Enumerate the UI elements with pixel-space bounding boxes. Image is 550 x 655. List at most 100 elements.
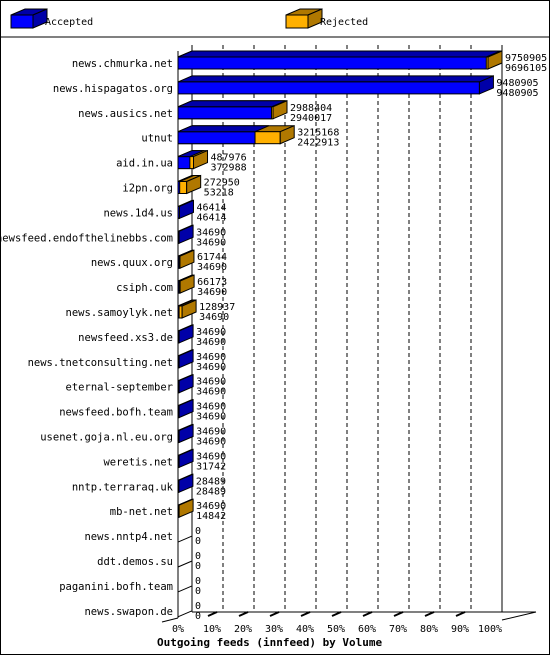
- x-tick: [269, 611, 280, 617]
- bar-accepted-side: [178, 224, 194, 245]
- value-accepted: 34690: [196, 237, 226, 248]
- value-accepted: 0: [195, 611, 201, 622]
- value-accepted: 0: [195, 536, 201, 547]
- chart-title: Outgoing feeds (innfeed) by Volume: [157, 636, 383, 649]
- category-label: weretis.net: [103, 456, 173, 468]
- value-accepted: 0: [195, 561, 201, 572]
- value-accepted: 34690: [197, 287, 227, 298]
- value-accepted: 14842: [196, 511, 226, 522]
- legend-accepted-label: Accepted: [45, 17, 93, 28]
- bar-accepted-side: [178, 473, 194, 494]
- value-accepted: 28489: [196, 486, 226, 497]
- x-tick-label: 30%: [265, 624, 283, 635]
- bar-accepted-side: [178, 423, 194, 444]
- chart-svg: Accepted Rejected 0% 10% 20% 30% 40% 50% 60% 70% 8…: [1, 8, 549, 649]
- category-label: utnut: [141, 133, 173, 145]
- value-accepted: 53218: [204, 188, 234, 199]
- value-accepted: 9480905: [496, 88, 538, 99]
- bar-rejected-side: [181, 299, 197, 319]
- bar-accepted-front: [177, 81, 480, 95]
- value-accepted: 34690: [196, 362, 226, 373]
- x-tick: [455, 611, 466, 617]
- bar-accepted-top: [177, 125, 270, 133]
- floor-right-edge: [501, 611, 537, 621]
- category-label: news.chmurka.net: [72, 58, 173, 70]
- bar-accepted-side: [178, 349, 194, 369]
- category-label: news.hispagatos.org: [53, 83, 173, 95]
- x-tick: [424, 611, 435, 617]
- value-accepted: 34690: [196, 412, 226, 423]
- bar-accepted: [177, 156, 191, 170]
- legend-accepted-swatch-front: [10, 14, 34, 29]
- bar-accepted: [177, 280, 180, 294]
- x-tick-label: 20%: [234, 624, 252, 635]
- value-accepted: 34690: [197, 262, 227, 273]
- bar-accepted-top: [177, 50, 501, 58]
- empty-bar: [177, 560, 193, 568]
- x-tick-label: 40%: [296, 624, 314, 635]
- value-accepted: 2940017: [290, 113, 332, 124]
- category-label: ddt.demos.su: [97, 556, 173, 568]
- category-label: mb-net.net: [110, 506, 173, 518]
- bar-accepted-top: [177, 75, 494, 83]
- bar-accepted: [177, 56, 487, 70]
- floor-left-edge: [161, 617, 179, 623]
- bar-accepted-top: [177, 100, 286, 108]
- x-tick: [300, 611, 311, 617]
- empty-bar: [177, 585, 193, 593]
- category-label: news.tnetconsulting.net: [28, 357, 173, 369]
- value-accepted: 34690: [199, 312, 229, 323]
- x-tick-label: 70%: [389, 624, 407, 635]
- category-label: news.1d4.us: [103, 207, 173, 219]
- category-label: i2pn.org: [122, 183, 173, 195]
- x-tick-label: 80%: [420, 624, 438, 635]
- bar-accepted: [177, 106, 272, 120]
- category-label: news.quux.org: [91, 257, 173, 269]
- value-accepted: 0: [195, 586, 201, 597]
- x-tick-label: 60%: [358, 624, 376, 635]
- value-accepted: 34690: [196, 387, 226, 398]
- bar-accepted: [177, 305, 180, 319]
- bar-accepted-side: [178, 448, 194, 469]
- empty-bar: [177, 535, 193, 543]
- bar-accepted-side: [178, 398, 194, 419]
- category-label: newsfeed.xs3.de: [78, 332, 173, 344]
- category-label: paganini.bofh.team: [59, 581, 173, 593]
- bar-accepted: [177, 181, 181, 194]
- bar-accepted: [177, 131, 256, 145]
- bar-accepted-side: [178, 199, 194, 220]
- x-tick: [207, 611, 218, 617]
- value-accepted: 31742: [196, 461, 226, 472]
- chart: Accepted Rejected 0% 10% 20% 30% 40% 50% 60% 70% 8…: [0, 0, 550, 655]
- category-label: newsfeed.endofthelinebbs.com: [1, 232, 173, 244]
- value-accepted: 34690: [196, 437, 226, 448]
- category-label: csiph.com: [116, 282, 173, 294]
- x-tick: [238, 611, 249, 617]
- bar-accepted-side: [178, 324, 194, 344]
- x-tick-label: 10%: [203, 624, 221, 635]
- value-accepted: 2422913: [297, 138, 339, 149]
- bar-accepted: [177, 255, 180, 269]
- x-tick-label: 100%: [478, 624, 502, 635]
- category-label: newsfeed.bofh.team: [59, 407, 173, 419]
- x-tick-label: 90%: [451, 624, 469, 635]
- category-label: nntp.terraraq.uk: [72, 481, 174, 493]
- value-accepted: 34690: [196, 337, 226, 348]
- x-tick: [362, 611, 373, 617]
- category-label: news.swapon.de: [84, 606, 173, 618]
- x-tick: [393, 611, 404, 617]
- legend-rejected-swatch-front: [285, 14, 309, 29]
- x-tick-label: 50%: [327, 624, 345, 635]
- category-label: eternal-september: [66, 382, 173, 394]
- value-accepted: 372988: [211, 163, 247, 174]
- legend-rejected-label: Rejected: [320, 17, 368, 28]
- value-accepted: 46414: [196, 212, 226, 223]
- bar-accepted-side: [178, 373, 194, 394]
- category-label: news.nntp4.net: [84, 531, 173, 543]
- x-tick: [331, 611, 342, 617]
- category-label: news.samoylyk.net: [66, 307, 173, 319]
- category-label: usenet.goja.nl.eu.org: [40, 432, 173, 444]
- category-label: aid.in.ua: [116, 158, 173, 170]
- empty-bar: [177, 610, 193, 618]
- category-label: news.ausics.net: [78, 108, 173, 120]
